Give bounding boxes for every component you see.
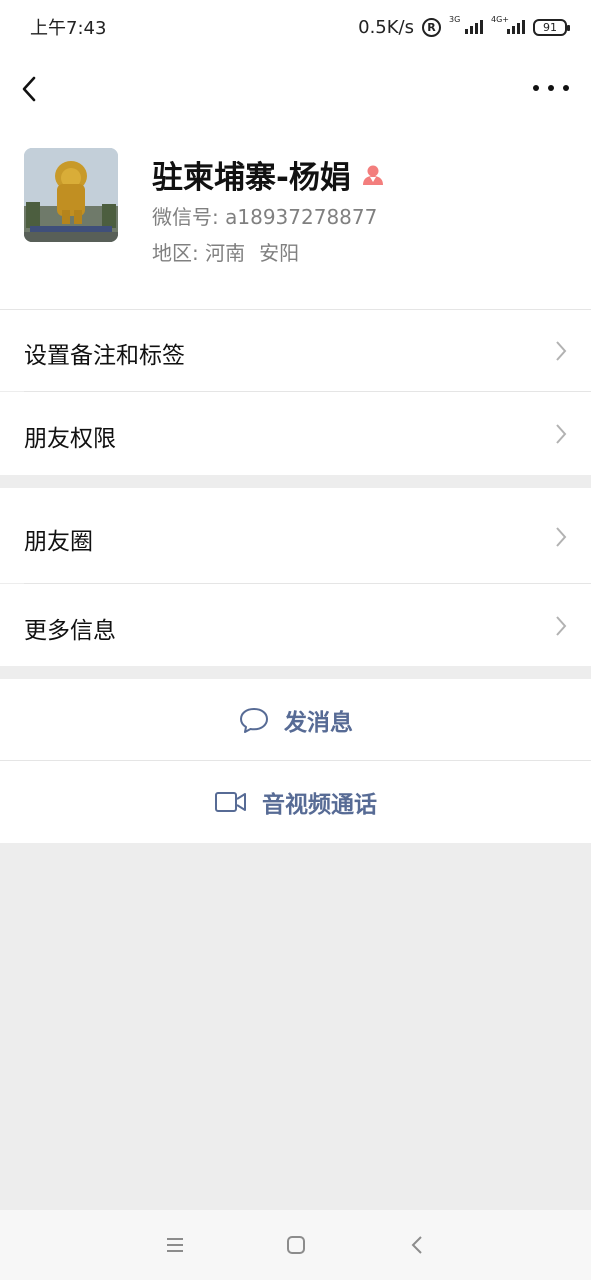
remark-tags-row[interactable]: 设置备注和标签	[0, 310, 591, 391]
chat-bubble-icon	[240, 707, 268, 733]
moments-row[interactable]: 朋友圈	[0, 488, 591, 583]
wechat-id-value: a18937278877	[225, 205, 378, 229]
chevron-right-icon	[556, 527, 567, 547]
video-call-label: 音视频通话	[262, 792, 377, 818]
more-dots-icon	[533, 85, 539, 91]
home-icon[interactable]	[285, 1234, 307, 1256]
video-call-button[interactable]: 音视频通话	[0, 761, 591, 843]
status-bar: 上午7:43 0.5K/s R 3G 4G+ 91	[0, 0, 591, 54]
top-nav-bar	[0, 54, 591, 124]
female-icon	[362, 165, 383, 185]
lion-statue-photo-icon	[24, 148, 118, 242]
chevron-right-icon	[556, 341, 567, 361]
status-time: 上午7:43	[30, 18, 107, 39]
friend-permissions-label: 朋友权限	[24, 426, 116, 452]
profile-card: 驻柬埔寨-杨娟 微信号: a18937278877 地区: 河南 安阳	[0, 124, 591, 310]
menu-icon[interactable]	[165, 1235, 185, 1255]
battery-icon: 91	[533, 18, 570, 36]
chevron-right-icon	[556, 616, 567, 636]
friend-permissions-row[interactable]: 朋友权限	[0, 392, 591, 475]
send-message-button[interactable]: 发消息	[0, 679, 591, 760]
registered-icon: R	[422, 17, 441, 37]
back-button[interactable]	[14, 70, 48, 108]
region-city: 安阳	[259, 241, 300, 265]
back-arrow-icon	[22, 76, 36, 102]
region: 地区: 河南 安阳	[152, 237, 299, 266]
remark-tags-label: 设置备注和标签	[24, 343, 185, 369]
region-label: 地区:	[152, 241, 199, 265]
video-camera-icon	[215, 792, 246, 812]
signal-3g-icon: 3G	[449, 16, 483, 34]
send-message-label: 发消息	[284, 709, 353, 736]
more-options-button[interactable]	[533, 76, 569, 100]
more-info-row[interactable]: 更多信息	[0, 584, 591, 666]
wechat-id: 微信号: a18937278877	[152, 201, 377, 230]
contact-name: 驻柬埔寨-杨娟	[152, 160, 351, 196]
region-province: 河南	[205, 241, 246, 265]
name-row: 驻柬埔寨-杨娟	[152, 152, 385, 197]
network-speed: 0.5K/s	[358, 16, 414, 38]
status-indicators: 0.5K/s R 3G 4G+ 91	[358, 16, 570, 38]
more-info-label: 更多信息	[24, 618, 116, 644]
wechat-id-label: 微信号:	[152, 205, 219, 229]
chevron-right-icon	[556, 424, 567, 444]
moments-label: 朋友圈	[24, 529, 93, 555]
contact-profile-screen: 上午7:43 0.5K/s R 3G 4G+ 91 驻柬埔寨-杨娟 微信号: a…	[0, 0, 591, 1280]
back-nav-icon[interactable]	[407, 1234, 427, 1256]
signal-4g-icon: 4G+	[491, 16, 525, 34]
avatar[interactable]	[24, 148, 118, 242]
system-nav-bar	[0, 1210, 591, 1280]
